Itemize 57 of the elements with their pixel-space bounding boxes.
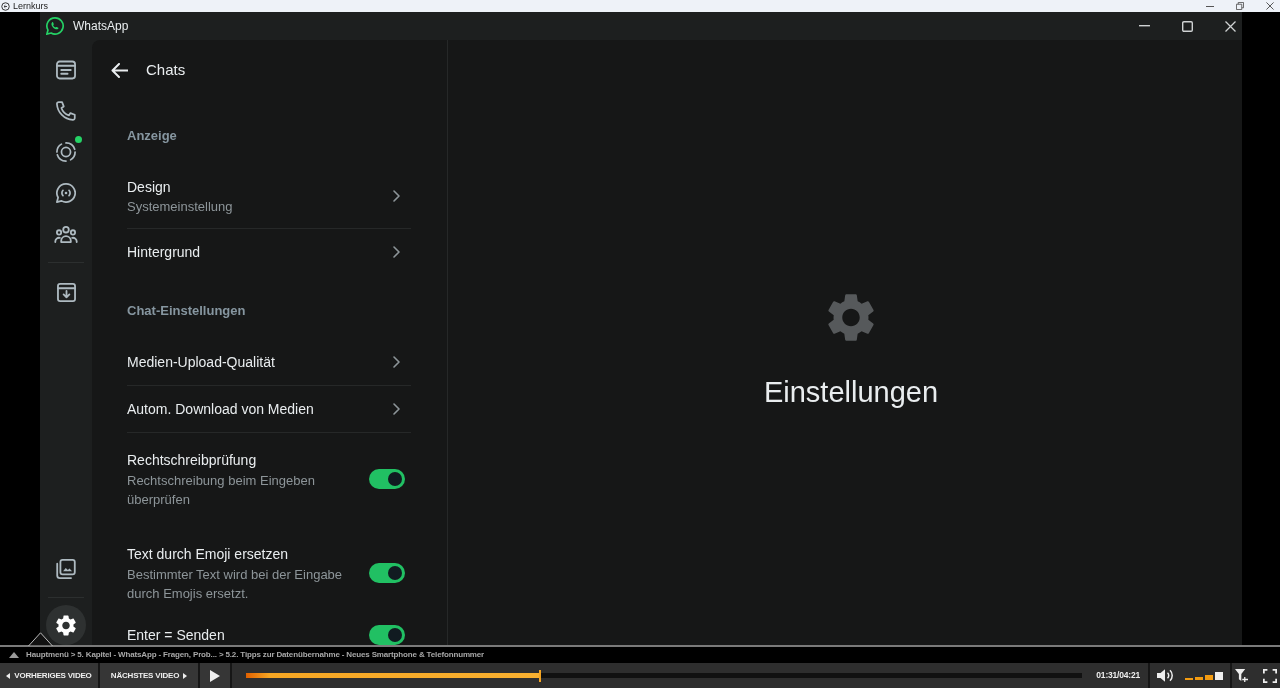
time-display: 01:31/04:21 <box>1096 669 1140 682</box>
left-triangle-icon <box>6 672 11 679</box>
settings-icon <box>56 614 76 636</box>
fullscreen-icon[interactable] <box>1263 668 1277 683</box>
arrow-left-icon <box>111 62 128 78</box>
settings-icon <box>828 293 874 342</box>
people-group-icon <box>54 225 78 243</box>
volume-meter[interactable] <box>1185 671 1223 680</box>
image-stack-icon <box>56 559 76 579</box>
setting-description: Rechtschreibung beim Eingeben überprüfen <box>127 472 316 509</box>
speaker-icon[interactable] <box>1157 669 1174 682</box>
setting-label: Rechtschreibprüfung <box>127 451 258 470</box>
section-heading: Anzeige <box>127 127 178 145</box>
play-icon <box>210 669 220 682</box>
app-title: WhatsApp <box>73 18 129 35</box>
setting-value: Systemeinstellung <box>127 198 234 216</box>
previous-video-button[interactable]: VORHERIGES VIDEO <box>0 663 98 688</box>
close-icon[interactable] <box>1266 2 1274 10</box>
toggle-switch[interactable] <box>369 469 405 489</box>
toggle-switch[interactable] <box>369 563 405 583</box>
setting-description: Bestimmter Text wird bei der Eingabe durch Emojis ersetzt. <box>127 566 344 603</box>
chevron-right-icon[interactable] <box>393 246 400 258</box>
nav-button[interactable] <box>46 605 86 645</box>
triangle-tab-icon[interactable] <box>28 632 53 646</box>
setting-link[interactable]: Medien-Upload-Qualität <box>127 351 393 373</box>
next-video-button[interactable]: NÄCHSTES VIDEO <box>100 663 198 688</box>
right-triangle-icon <box>183 672 188 679</box>
dashed-ring-icon <box>56 142 76 162</box>
toggle-switch[interactable] <box>369 625 405 645</box>
breadcrumb: Hauptmenü > 5. Kapitel - WhatsApp - Fragen, Prob... > 5.2. Tipps zur Datenübernahme - Neues Smartphone & Telefonnummer <box>26 649 485 661</box>
chevron-right-icon[interactable] <box>393 356 400 368</box>
app-icon <box>1 1 10 11</box>
triangle-up-icon[interactable] <box>9 652 19 658</box>
minimize-icon[interactable] <box>1139 25 1150 27</box>
setting-label: Enter = Senden <box>127 626 226 644</box>
message-box-icon <box>56 60 76 80</box>
section-heading: Chat-Einstellungen <box>127 302 247 320</box>
archive-box-icon <box>56 282 76 302</box>
chevron-right-icon[interactable] <box>393 190 400 202</box>
restore-icon[interactable] <box>1236 2 1244 10</box>
progress-thumb[interactable] <box>538 669 541 682</box>
phone-icon <box>56 101 76 121</box>
setting-label: Text durch Emoji ersetzen <box>127 545 290 564</box>
play-button[interactable] <box>200 663 230 688</box>
window-title: Lernkurs <box>13 0 48 12</box>
setting-link[interactable]: Hintergrund <box>127 241 393 263</box>
app-logo-icon <box>46 17 64 35</box>
back-button[interactable] <box>111 62 128 78</box>
panel-title: Chats <box>146 59 186 80</box>
maximize-icon[interactable] <box>1182 20 1193 32</box>
setting-link[interactable]: Autom. Download von Medien <box>127 398 393 420</box>
chevron-right-icon[interactable] <box>393 403 400 415</box>
chat-bubble-icon <box>56 183 76 203</box>
setting-link[interactable]: Design <box>127 176 393 198</box>
placeholder-title: Einstellungen <box>763 375 939 410</box>
minimize-icon[interactable] <box>1206 5 1214 7</box>
funnel-plus-icon[interactable] <box>1235 669 1248 682</box>
